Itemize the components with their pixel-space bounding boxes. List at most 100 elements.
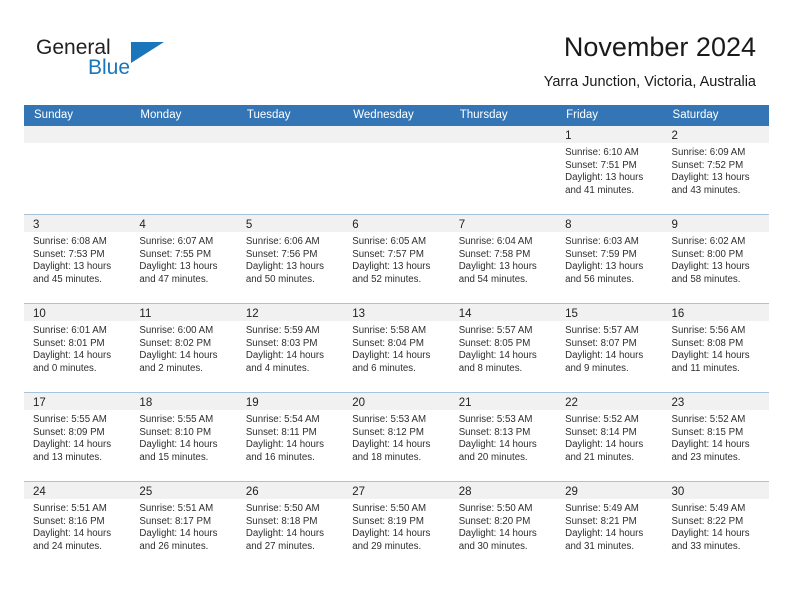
day-cell[interactable]	[449, 126, 557, 214]
day-number: 19	[245, 397, 259, 409]
day-cell[interactable]: 30 Sunrise: 5:49 AM Sunset: 8:22 PM Dayl…	[662, 482, 769, 571]
day-number-band	[130, 126, 237, 143]
day-cell[interactable]: 19 Sunrise: 5:54 AM Sunset: 8:11 PM Dayl…	[236, 393, 344, 481]
daylight-text-line2: and 33 minutes.	[671, 540, 741, 552]
sunset-text: Sunset: 8:01 PM	[33, 337, 105, 349]
daylight-text-line1: Daylight: 14 hours	[458, 350, 537, 362]
day-info: Sunrise: 6:08 AM Sunset: 7:53 PM Dayligh…	[24, 232, 130, 286]
day-number-band: 24	[24, 482, 131, 499]
day-cell[interactable]: 13 Sunrise: 5:58 AM Sunset: 8:04 PM Dayl…	[343, 304, 450, 392]
day-cell[interactable]: 7 Sunrise: 6:04 AM Sunset: 7:58 PM Dayli…	[449, 215, 557, 303]
calendar-page: General Blue November 2024 Yarra Junctio…	[0, 0, 792, 612]
sunrise-text: Sunrise: 5:50 AM	[352, 503, 427, 514]
sunset-text: Sunset: 7:56 PM	[245, 248, 318, 260]
day-cell[interactable]: 18 Sunrise: 5:55 AM Sunset: 8:10 PM Dayl…	[130, 393, 237, 481]
day-cell[interactable]: 4 Sunrise: 6:07 AM Sunset: 7:55 PM Dayli…	[130, 215, 237, 303]
day-cell[interactable]: 15 Sunrise: 5:57 AM Sunset: 8:07 PM Dayl…	[556, 304, 663, 392]
day-cell[interactable]	[343, 126, 450, 214]
day-cell[interactable]	[130, 126, 237, 214]
day-cell[interactable]: 2 Sunrise: 6:09 AM Sunset: 7:52 PM Dayli…	[662, 126, 769, 214]
sunset-text: Sunset: 8:08 PM	[671, 337, 744, 349]
day-number: 1	[565, 130, 572, 142]
day-cell[interactable]: 26 Sunrise: 5:50 AM Sunset: 8:18 PM Dayl…	[236, 482, 344, 571]
day-number: 25	[139, 486, 153, 498]
day-cell[interactable]: 5 Sunrise: 6:06 AM Sunset: 7:56 PM Dayli…	[236, 215, 344, 303]
day-number-band: 27	[343, 482, 450, 499]
sunrise-text: Sunrise: 5:52 AM	[565, 414, 639, 425]
day-cell[interactable]: 17 Sunrise: 5:55 AM Sunset: 8:09 PM Dayl…	[24, 393, 131, 481]
daylight-text-line2: and 4 minutes.	[245, 362, 310, 374]
sunrise-text: Sunrise: 5:51 AM	[139, 503, 214, 514]
day-number: 18	[139, 397, 153, 409]
day-cell[interactable]: 29 Sunrise: 5:49 AM Sunset: 8:21 PM Dayl…	[556, 482, 663, 571]
day-cell[interactable]: 24 Sunrise: 5:51 AM Sunset: 8:16 PM Dayl…	[24, 482, 131, 571]
sunrise-text: Sunrise: 5:53 AM	[352, 414, 427, 425]
day-cell[interactable]	[236, 126, 344, 214]
day-cell[interactable]: 14 Sunrise: 5:57 AM Sunset: 8:05 PM Dayl…	[449, 304, 557, 392]
day-cell[interactable]	[24, 126, 131, 214]
day-number-band: 3	[24, 215, 131, 232]
sunset-text: Sunset: 8:16 PM	[33, 515, 105, 527]
day-cell[interactable]: 8 Sunrise: 6:03 AM Sunset: 7:59 PM Dayli…	[556, 215, 663, 303]
day-number: 12	[245, 308, 259, 320]
location-subtitle: Yarra Junction, Victoria, Australia	[543, 74, 756, 90]
day-number: 24	[33, 486, 46, 498]
sunrise-text: Sunrise: 5:52 AM	[671, 414, 746, 425]
daylight-text-line1: Daylight: 13 hours	[671, 172, 750, 184]
day-number: 5	[245, 219, 253, 231]
day-cell[interactable]: 27 Sunrise: 5:50 AM Sunset: 8:19 PM Dayl…	[343, 482, 450, 571]
weekday-header-friday: Friday	[566, 109, 599, 121]
sunrise-text: Sunrise: 6:01 AM	[33, 325, 107, 336]
day-info: Sunrise: 6:09 AM Sunset: 7:52 PM Dayligh…	[663, 143, 769, 197]
day-cell[interactable]: 28 Sunrise: 5:50 AM Sunset: 8:20 PM Dayl…	[449, 482, 557, 571]
sunset-text: Sunset: 8:18 PM	[245, 515, 318, 527]
daylight-text-line1: Daylight: 14 hours	[565, 350, 644, 362]
day-info: Sunrise: 5:50 AM Sunset: 8:19 PM Dayligh…	[343, 499, 449, 553]
daylight-text-line2: and 26 minutes.	[139, 540, 209, 552]
daylight-text-line2: and 20 minutes.	[458, 451, 528, 463]
day-number: 7	[458, 219, 466, 231]
day-cell[interactable]: 1 Sunrise: 6:10 AM Sunset: 7:51 PM Dayli…	[556, 126, 663, 214]
sunrise-text: Sunrise: 5:54 AM	[245, 414, 320, 425]
daylight-text-line1: Daylight: 13 hours	[458, 261, 537, 273]
day-cell[interactable]: 20 Sunrise: 5:53 AM Sunset: 8:12 PM Dayl…	[343, 393, 450, 481]
day-cell[interactable]: 16 Sunrise: 5:56 AM Sunset: 8:08 PM Dayl…	[662, 304, 769, 392]
daylight-text-line1: Daylight: 14 hours	[33, 528, 112, 540]
daylight-text-line2: and 54 minutes.	[458, 273, 528, 285]
sunset-text: Sunset: 8:22 PM	[671, 515, 744, 527]
day-cell[interactable]: 3 Sunrise: 6:08 AM Sunset: 7:53 PM Dayli…	[24, 215, 131, 303]
sunset-text: Sunset: 8:00 PM	[671, 248, 744, 260]
day-cell[interactable]: 10 Sunrise: 6:01 AM Sunset: 8:01 PM Dayl…	[24, 304, 131, 392]
sunset-text: Sunset: 7:52 PM	[671, 159, 744, 171]
day-cell[interactable]: 6 Sunrise: 6:05 AM Sunset: 7:57 PM Dayli…	[343, 215, 450, 303]
sunset-text: Sunset: 8:15 PM	[671, 426, 744, 438]
daylight-text-line1: Daylight: 13 hours	[33, 261, 112, 273]
day-number-band: 20	[343, 393, 450, 410]
daylight-text-line1: Daylight: 13 hours	[565, 261, 644, 273]
day-cell[interactable]: 23 Sunrise: 5:52 AM Sunset: 8:15 PM Dayl…	[662, 393, 769, 481]
daylight-text-line2: and 16 minutes.	[245, 451, 315, 463]
day-cell[interactable]: 21 Sunrise: 5:53 AM Sunset: 8:13 PM Dayl…	[449, 393, 557, 481]
daylight-text-line2: and 6 minutes.	[352, 362, 416, 374]
week-row: 1 Sunrise: 6:10 AM Sunset: 7:51 PM Dayli…	[24, 126, 769, 215]
daylight-text-line1: Daylight: 13 hours	[245, 261, 324, 273]
day-number: 21	[458, 397, 472, 409]
day-number: 11	[139, 308, 152, 320]
week-row: 3 Sunrise: 6:08 AM Sunset: 7:53 PM Dayli…	[24, 215, 769, 304]
daylight-text-line2: and 24 minutes.	[33, 540, 102, 552]
day-info: Sunrise: 5:52 AM Sunset: 8:15 PM Dayligh…	[663, 410, 769, 464]
day-cell[interactable]: 25 Sunrise: 5:51 AM Sunset: 8:17 PM Dayl…	[130, 482, 237, 571]
daylight-text-line1: Daylight: 14 hours	[458, 439, 537, 451]
day-cell[interactable]: 9 Sunrise: 6:02 AM Sunset: 8:00 PM Dayli…	[662, 215, 769, 303]
sunset-text: Sunset: 7:51 PM	[565, 159, 637, 171]
sunrise-text: Sunrise: 5:51 AM	[33, 503, 107, 514]
day-info: Sunrise: 5:59 AM Sunset: 8:03 PM Dayligh…	[237, 321, 343, 375]
daylight-text-line1: Daylight: 14 hours	[139, 350, 218, 362]
day-cell[interactable]: 12 Sunrise: 5:59 AM Sunset: 8:03 PM Dayl…	[236, 304, 344, 392]
day-cell[interactable]: 22 Sunrise: 5:52 AM Sunset: 8:14 PM Dayl…	[556, 393, 663, 481]
sunset-text: Sunset: 8:02 PM	[139, 337, 212, 349]
day-number-band: 7	[449, 215, 557, 232]
daylight-text-line1: Daylight: 14 hours	[352, 439, 431, 451]
sunrise-text: Sunrise: 5:56 AM	[671, 325, 746, 336]
day-cell[interactable]: 11 Sunrise: 6:00 AM Sunset: 8:02 PM Dayl…	[130, 304, 237, 392]
